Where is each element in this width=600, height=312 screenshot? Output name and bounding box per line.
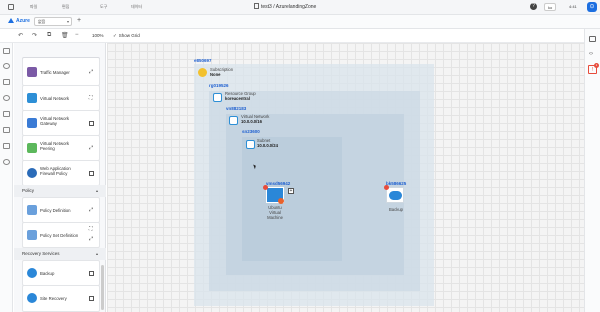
vnet-id: vn882183 xyxy=(226,106,247,111)
policy-set-icon xyxy=(27,230,37,240)
azure-logo-icon xyxy=(8,18,14,23)
zoom-out-icon[interactable]: − xyxy=(75,32,79,38)
chevron-up-icon: ▴ xyxy=(95,251,98,256)
connect-icon[interactable]: ⤢ xyxy=(89,69,94,75)
layers-icon[interactable] xyxy=(3,79,10,85)
pages-icon[interactable] xyxy=(3,48,10,54)
palette-item-policy-definition[interactable]: Policy Definition ⤢ xyxy=(22,197,100,223)
undo-icon[interactable]: ↶ xyxy=(18,32,23,39)
palette-item-backup[interactable]: Backup xyxy=(22,260,100,286)
delete-icon[interactable]: 🗑 xyxy=(61,32,69,39)
palette-scrollbar[interactable] xyxy=(101,265,104,310)
language-selector[interactable]: ko xyxy=(544,3,557,11)
palette-item-waf-policy[interactable]: Web Application Firewall Policy xyxy=(22,160,100,186)
backup-icon xyxy=(27,268,37,278)
database-icon[interactable] xyxy=(3,127,10,133)
warning-count-badge: 1 xyxy=(594,63,599,68)
subnet-label: Subnet 10.0.0.0/24 xyxy=(257,138,278,148)
code-icon[interactable]: ‹› xyxy=(589,51,596,58)
key-icon xyxy=(198,68,207,77)
shield-icon[interactable] xyxy=(3,111,10,117)
subnet-container[interactable] xyxy=(242,137,342,261)
history-icon[interactable] xyxy=(3,95,10,101)
copy-icon[interactable]: ⧉ xyxy=(47,32,51,39)
cloud-backup-icon xyxy=(389,191,402,200)
backup-id: bk586625 xyxy=(386,181,407,186)
stack-icon[interactable] xyxy=(3,143,10,149)
checkmark-icon: ✓ xyxy=(113,33,117,38)
layer-select[interactable]: 없음 ▾ xyxy=(34,17,72,26)
connect-icon[interactable]: ⤢ xyxy=(89,145,94,151)
cloud-icon[interactable] xyxy=(3,63,10,69)
connect-icon[interactable]: ⤢ xyxy=(89,207,94,213)
show-grid-toggle[interactable]: ✓ Show Grid xyxy=(113,33,140,39)
toolbar: ↶ ↷ ⧉ 🗑 − 100% ✓ Show Grid xyxy=(0,29,600,43)
error-badge xyxy=(384,185,389,190)
peering-icon xyxy=(27,143,37,153)
subscription-id: e850697 xyxy=(194,58,212,63)
resize-icon[interactable]: ⛶ xyxy=(89,226,94,232)
warning-button[interactable]: ! 1 xyxy=(588,63,599,74)
clock-label: 4:41 xyxy=(569,4,577,9)
vm-label: Ubuntu Virtual Machine xyxy=(267,205,283,220)
palette-item-virtual-network-peering[interactable]: Virtual Network Peering ⤢ xyxy=(22,135,100,161)
palette-item-traffic-manager[interactable]: Traffic Manager ⤢ xyxy=(22,58,100,86)
virtual-network-icon xyxy=(27,93,37,103)
subnet-icon xyxy=(246,140,255,149)
menu-file[interactable]: 파일 xyxy=(30,4,37,10)
container-icon[interactable] xyxy=(89,296,94,301)
subscription-label: Subscription None xyxy=(210,67,234,77)
site-recovery-icon xyxy=(27,293,37,303)
resize-icon[interactable]: ⛶ xyxy=(89,95,94,101)
section-recovery-services[interactable]: Recovery Services ▴ xyxy=(14,248,106,260)
redo-icon[interactable]: ↷ xyxy=(32,32,37,39)
backup-label: Backup xyxy=(389,207,403,212)
panel-toggle-icon[interactable] xyxy=(589,36,596,42)
firewall-policy-icon xyxy=(27,168,37,178)
left-tool-rail xyxy=(0,43,13,312)
menu-tools[interactable]: 도구 xyxy=(100,4,107,10)
help-button[interactable]: ? xyxy=(530,3,537,10)
document-title: test3 / AzurelandingZone xyxy=(254,3,316,10)
account-button[interactable]: ⊙ xyxy=(587,2,597,12)
container-icon[interactable] xyxy=(89,121,94,126)
palette-item-virtual-network-gateway[interactable]: Virtual Network Gateway xyxy=(22,110,100,136)
traffic-manager-icon xyxy=(27,67,37,77)
container-icon[interactable] xyxy=(89,171,94,176)
zoom-level[interactable]: 100% xyxy=(92,33,104,38)
ubuntu-icon xyxy=(278,198,284,204)
resource-group-icon xyxy=(213,93,222,102)
tab-bar: Azure 없음 ▾ + xyxy=(0,15,600,42)
error-badge xyxy=(263,185,268,190)
backup-node[interactable] xyxy=(386,187,404,203)
cloud-backup-icon[interactable] xyxy=(3,159,10,165)
resource-group-label: Resource Group koreacentral xyxy=(225,91,256,101)
vm-id: vmsd56942 xyxy=(266,181,291,186)
policy-definition-icon xyxy=(27,205,37,215)
section-policy[interactable]: Policy ▴ xyxy=(14,185,106,197)
palette-item-policy-set-definition[interactable]: Policy Set Definition ⛶ ⤢ xyxy=(22,222,100,248)
palette-item-virtual-network[interactable]: Virtual Network ⛶ xyxy=(22,85,100,111)
vnet-label: Virtual Network 10.0.0.0/16 xyxy=(241,114,270,124)
document-icon xyxy=(254,3,259,9)
chevron-up-icon: ▴ xyxy=(95,188,98,193)
add-tab-button[interactable]: + xyxy=(77,17,81,24)
azure-tab[interactable]: Azure xyxy=(8,18,30,24)
virtual-network-icon xyxy=(229,116,238,125)
connect-icon[interactable]: ⤢ xyxy=(89,236,94,242)
subnet-id: sn23600 xyxy=(242,129,260,134)
resource-group-id: rg019526 xyxy=(209,83,229,88)
container-icon[interactable] xyxy=(89,271,94,276)
add-connection-button[interactable]: + xyxy=(288,188,294,194)
menu-edit[interactable]: 편집 xyxy=(62,4,69,10)
chevron-down-icon: ▾ xyxy=(66,19,69,24)
gateway-icon xyxy=(27,118,37,128)
menu-data[interactable]: 데이터 xyxy=(131,4,142,10)
top-menu-bar: 파일 편집 도구 데이터 test3 / AzurelandingZone ? … xyxy=(0,0,600,15)
palette-item-site-recovery[interactable]: Site Recovery xyxy=(22,285,100,312)
sidebar-toggle-icon[interactable] xyxy=(8,4,14,10)
